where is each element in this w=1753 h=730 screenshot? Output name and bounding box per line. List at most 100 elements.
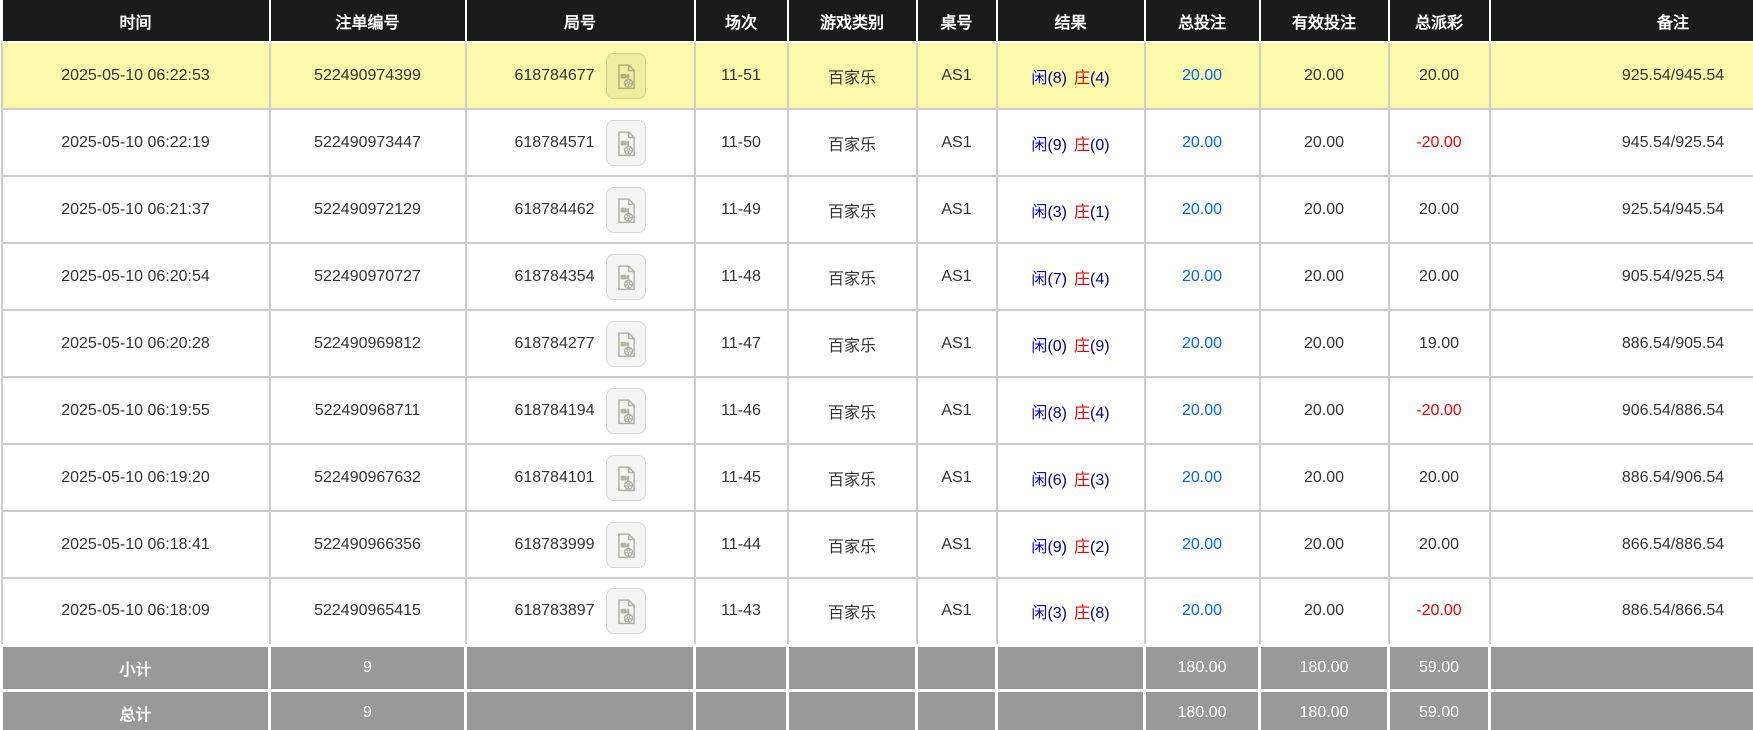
table-no-cell: AS1 — [917, 444, 997, 511]
summary-total-bet: 180.00 — [1145, 690, 1260, 730]
result-cell: 闲(9)庄(2) — [997, 511, 1145, 578]
table-row[interactable]: 2025-05-10 06:19:20 522490967632 6187841… — [2, 444, 1753, 511]
summary-payout: 59.00 — [1389, 690, 1490, 730]
video-replay-button[interactable] — [606, 321, 646, 367]
payout-cell: 20.00 — [1389, 42, 1490, 109]
result-banker-label: 庄 — [1074, 137, 1090, 154]
summary-empty-cell — [1490, 690, 1753, 730]
result-player-label: 闲 — [1031, 70, 1047, 87]
video-replay-button[interactable] — [606, 53, 646, 99]
total-bet-link[interactable]: 20.00 — [1182, 268, 1222, 285]
total-bet-link[interactable]: 20.00 — [1182, 402, 1222, 419]
table-no-cell: AS1 — [917, 176, 997, 243]
broken-video-icon — [613, 196, 639, 226]
column-header-bet-id: 注单编号 — [270, 0, 466, 42]
table-row[interactable]: 2025-05-10 06:19:55 522490968711 6187841… — [2, 377, 1753, 444]
summary-empty-cell — [997, 690, 1145, 730]
payout-cell: -20.00 — [1389, 377, 1490, 444]
table-row[interactable]: 2025-05-10 06:21:37 522490972129 6187844… — [2, 176, 1753, 243]
video-replay-button[interactable] — [606, 522, 646, 568]
result-banker-label: 庄 — [1074, 539, 1090, 556]
total-bet-cell: 20.00 — [1145, 42, 1260, 109]
table-row[interactable]: 2025-05-10 06:18:09 522490965415 6187838… — [2, 578, 1753, 645]
table-no-cell: AS1 — [917, 42, 997, 109]
broken-video-icon — [613, 263, 639, 293]
result-player-score: (7) — [1047, 271, 1067, 288]
total-bet-link[interactable]: 20.00 — [1182, 67, 1222, 84]
column-header-payout: 总派彩 — [1389, 0, 1490, 42]
total-bet-link[interactable]: 20.00 — [1182, 201, 1222, 218]
summary-empty-cell — [917, 690, 997, 730]
summary-total-bet: 180.00 — [1145, 645, 1260, 690]
remark-cell: 886.54/905.54 — [1490, 310, 1753, 377]
summary-empty-cell — [1490, 645, 1753, 690]
table-row[interactable]: 2025-05-10 06:18:41 522490966356 6187839… — [2, 511, 1753, 578]
table-row[interactable]: 2025-05-10 06:22:53 522490974399 6187846… — [2, 42, 1753, 109]
broken-video-icon — [613, 397, 639, 427]
payout-cell: -20.00 — [1389, 578, 1490, 645]
column-header-table-no: 桌号 — [917, 0, 997, 42]
session-cell: 11-49 — [695, 176, 788, 243]
summary-empty-cell — [695, 690, 788, 730]
video-replay-button[interactable] — [606, 187, 646, 233]
result-cell: 闲(0)庄(9) — [997, 310, 1145, 377]
column-header-remark: 备注 — [1490, 0, 1753, 42]
broken-video-icon — [613, 464, 639, 494]
result-banker-score: (8) — [1090, 605, 1110, 622]
game-id-value: 618784571 — [514, 134, 594, 152]
result-banker-score: (3) — [1090, 472, 1110, 489]
video-replay-button[interactable] — [606, 254, 646, 300]
valid-bet-cell: 20.00 — [1260, 42, 1389, 109]
total-bet-link[interactable]: 20.00 — [1182, 536, 1222, 553]
game-id-value: 618784462 — [514, 201, 594, 219]
game-id-cell: 618784354 — [466, 243, 695, 310]
table-row[interactable]: 2025-05-10 06:22:19 522490973447 6187845… — [2, 109, 1753, 176]
game-type-cell: 百家乐 — [788, 243, 917, 310]
game-id-cell: 618784277 — [466, 310, 695, 377]
column-header-valid-bet: 有效投注 — [1260, 0, 1389, 42]
total-bet-link[interactable]: 20.00 — [1182, 602, 1222, 619]
total-bet-link[interactable]: 20.00 — [1182, 335, 1222, 352]
total-bet-cell: 20.00 — [1145, 109, 1260, 176]
summary-empty-cell — [917, 645, 997, 690]
video-replay-button[interactable] — [606, 120, 646, 166]
result-banker-label: 庄 — [1074, 472, 1090, 489]
table-footer: 小计 9 180.00 180.00 59.00 总计 9 180.00 180… — [2, 645, 1753, 730]
total-bet-cell: 20.00 — [1145, 310, 1260, 377]
result-player-label: 闲 — [1031, 472, 1047, 489]
summary-empty-cell — [695, 645, 788, 690]
remark-cell: 866.54/886.54 — [1490, 511, 1753, 578]
bet-id-cell: 522490969812 — [270, 310, 466, 377]
bet-id-cell: 522490974399 — [270, 42, 466, 109]
total-bet-link[interactable]: 20.00 — [1182, 469, 1222, 486]
valid-bet-cell: 20.00 — [1260, 109, 1389, 176]
result-player-score: (9) — [1047, 137, 1067, 154]
result-cell: 闲(8)庄(4) — [997, 42, 1145, 109]
time-cell: 2025-05-10 06:21:37 — [2, 176, 270, 243]
session-cell: 11-47 — [695, 310, 788, 377]
result-banker-label: 庄 — [1074, 204, 1090, 221]
result-banker-label: 庄 — [1074, 271, 1090, 288]
remark-cell: 925.54/945.54 — [1490, 42, 1753, 109]
session-cell: 11-51 — [695, 42, 788, 109]
payout-cell: 19.00 — [1389, 310, 1490, 377]
table-no-cell: AS1 — [917, 109, 997, 176]
result-player-label: 闲 — [1031, 539, 1047, 556]
video-replay-button[interactable] — [606, 388, 646, 434]
table-row[interactable]: 2025-05-10 06:20:54 522490970727 6187843… — [2, 243, 1753, 310]
total-bet-link[interactable]: 20.00 — [1182, 134, 1222, 151]
result-banker-score: (4) — [1090, 271, 1110, 288]
game-id-cell: 618783897 — [466, 578, 695, 645]
video-replay-button[interactable] — [606, 455, 646, 501]
result-player-score: (9) — [1047, 539, 1067, 556]
total-bet-cell: 20.00 — [1145, 578, 1260, 645]
table-row[interactable]: 2025-05-10 06:20:28 522490969812 6187842… — [2, 310, 1753, 377]
time-cell: 2025-05-10 06:22:53 — [2, 42, 270, 109]
time-cell: 2025-05-10 06:19:55 — [2, 377, 270, 444]
game-id-value: 618784194 — [514, 402, 594, 420]
summary-label: 小计 — [2, 645, 270, 690]
result-cell: 闲(3)庄(1) — [997, 176, 1145, 243]
column-header-total-bet: 总投注 — [1145, 0, 1260, 42]
broken-video-icon — [613, 62, 639, 92]
video-replay-button[interactable] — [606, 588, 646, 634]
